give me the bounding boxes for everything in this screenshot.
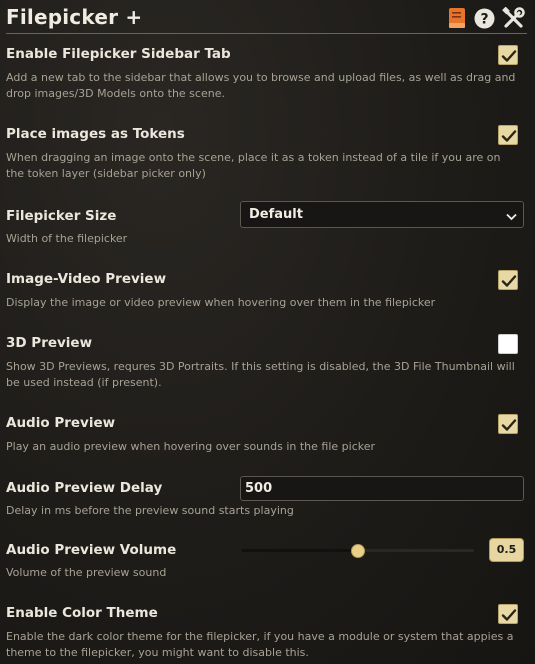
header-divider [6,33,527,34]
setting-hint: When dragging an image onto the scene, p… [6,151,501,180]
setting-audio-preview: Audio Preview Play an audio preview when… [0,413,535,458]
volume-value-display: 0.5 [489,538,524,562]
volume-slider-thumb[interactable] [351,544,365,558]
setting-hint: Display the image or video preview when … [6,296,436,309]
check-icon [501,50,517,62]
help-icon[interactable]: ? [474,8,495,33]
setting-label: Audio Preview [6,415,116,431]
setting-label: Audio Preview Volume [6,542,177,558]
setting-hint: Show 3D Previews, requres 3D Portraits. … [6,360,515,389]
setting-3d-preview: 3D Preview Show 3D Previews, requres 3D … [0,333,535,393]
setting-hint: Enable the dark color theme for the file… [6,630,514,659]
setting-audio-preview-volume: Audio Preview Volume 0.5 Volume of the p… [0,538,535,583]
setting-label: Image-Video Preview [6,271,167,287]
book-icon[interactable] [448,8,466,32]
settings-header: Filepicker + ? [0,0,535,34]
setting-filepicker-size: Filepicker Size Default Width of the fil… [0,201,535,251]
image-video-preview-checkbox[interactable] [498,270,518,290]
check-icon [501,419,517,431]
setting-label: Enable Color Theme [6,605,158,621]
enable-sidebar-tab-checkbox[interactable] [498,45,518,65]
volume-slider-fill [242,549,358,552]
setting-audio-preview-delay: Audio Preview Delay 500 Delay in ms befo… [0,476,535,521]
setting-label: Filepicker Size [6,208,117,224]
setting-hint: Delay in ms before the preview sound sta… [6,504,294,517]
volume-slider[interactable] [242,544,474,558]
tools-icon[interactable] [502,6,525,34]
enable-color-theme-checkbox[interactable] [498,604,518,624]
check-icon [501,609,517,621]
module-title: Filepicker + [6,5,143,29]
setting-enable-sidebar-tab: Enable Filepicker Sidebar Tab Add a new … [0,44,535,104]
3d-preview-checkbox[interactable] [498,334,518,354]
setting-hint: Volume of the preview sound [6,566,167,579]
place-images-as-tokens-checkbox[interactable] [498,125,518,145]
check-icon [501,130,517,142]
setting-label: Place images as Tokens [6,126,185,142]
setting-place-images-as-tokens: Place images as Tokens When dragging an … [0,124,535,184]
select-value: Default [249,207,303,222]
audio-preview-delay-input[interactable]: 500 [240,476,524,501]
filepicker-size-select[interactable]: Default [240,201,524,228]
setting-label: Audio Preview Delay [6,480,163,496]
svg-text:?: ? [480,12,488,28]
check-icon [501,275,517,287]
setting-label: Enable Filepicker Sidebar Tab [6,46,231,62]
chevron-down-icon [506,210,517,225]
audio-preview-checkbox[interactable] [498,414,518,434]
setting-hint: Play an audio preview when hovering over… [6,440,376,453]
setting-label: 3D Preview [6,335,93,351]
setting-enable-color-theme: Enable Color Theme Enable the dark color… [0,603,535,663]
setting-image-video-preview: Image-Video Preview Display the image or… [0,269,535,314]
setting-hint: Width of the filepicker [6,232,128,245]
setting-hint: Add a new tab to the sidebar that allows… [6,71,516,100]
